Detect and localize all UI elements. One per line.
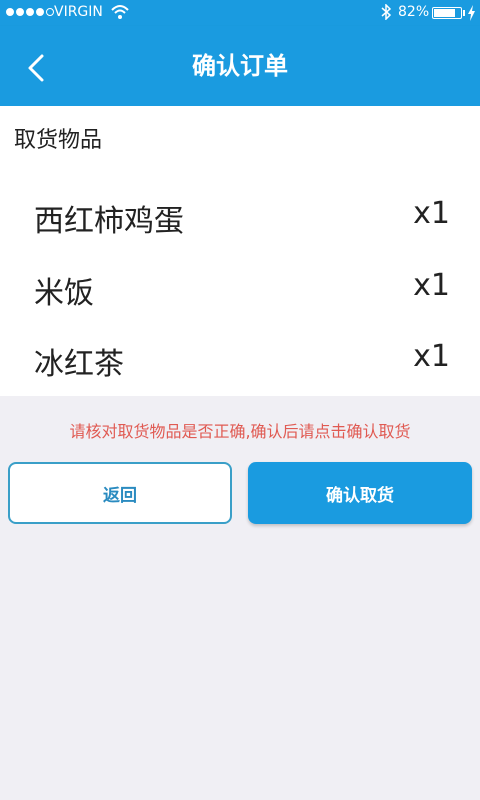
notice-text: 请核对取货物品是否正确,确认后请点击确认取货 [69,422,411,441]
item-quantity: x1 [413,268,450,303]
chevron-left-icon[interactable] [18,48,58,88]
charging-icon [468,5,475,21]
signal-strength-icon [6,8,54,16]
list-item: 冰红茶 x1 [0,333,480,383]
item-quantity: x1 [413,339,450,374]
battery-level [434,9,455,17]
wifi-icon [111,5,129,19]
battery-percentage: 82% [398,4,430,20]
list-item: 米饭 x1 [0,262,480,312]
carrier-name: VIRGIN [54,4,103,20]
back-button[interactable]: 返回 [8,462,232,524]
page-title: 确认订单 [192,52,288,80]
section-title: 取货物品 [14,128,103,153]
nav-bar: 确认订单 [0,26,480,106]
confirm-pickup-button[interactable]: 确认取货 [248,462,472,524]
item-name: 米饭 [34,276,94,311]
bluetooth-icon [381,4,392,20]
list-item: 西红柿鸡蛋 x1 [0,190,480,240]
pickup-items-panel: 取货物品 西红柿鸡蛋 x1 米饭 x1 冰红茶 x1 [0,106,480,396]
item-name: 西红柿鸡蛋 [34,204,184,239]
item-quantity: x1 [413,196,450,231]
battery-cap [463,10,465,16]
status-bar: VIRGIN 82% [0,0,480,26]
battery-icon [432,7,462,19]
item-name: 冰红茶 [34,347,124,382]
